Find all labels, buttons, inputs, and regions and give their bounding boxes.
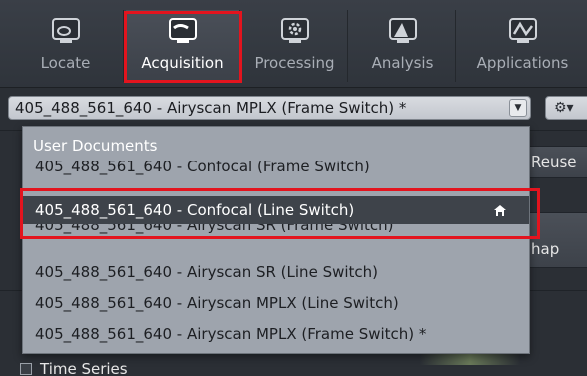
experiment-selector-value: 405_488_561_640 - Airyscan MPLX (Frame S… bbox=[15, 99, 407, 117]
home-icon bbox=[493, 203, 507, 216]
list-item-label: 405_488_561_640 - Confocal (Frame Switch… bbox=[35, 161, 370, 175]
list-item-label: 405_488_561_640 - Airyscan SR (Line Swit… bbox=[35, 263, 379, 281]
tab-label: Acquisition bbox=[141, 54, 224, 72]
tab-processing[interactable]: Processing bbox=[242, 10, 348, 82]
tab-analysis[interactable]: Analysis bbox=[350, 10, 456, 82]
list-item-label: 405_488_561_640 - Airyscan MPLX (Frame S… bbox=[35, 325, 427, 343]
list-item-label: 405_488_561_640 - Airyscan SR (Frame Swi… bbox=[35, 224, 394, 234]
tab-acquisition[interactable]: Acquisition bbox=[126, 10, 240, 82]
analysis-icon bbox=[386, 14, 420, 48]
experiment-selector[interactable]: 405_488_561_640 - Airyscan MPLX (Frame S… bbox=[8, 96, 531, 120]
list-item-selected[interactable]: 405_488_561_640 - Confocal (Line Switch) bbox=[23, 196, 529, 224]
tab-label: Applications bbox=[476, 54, 569, 72]
processing-icon bbox=[278, 14, 312, 48]
tab-label: Processing bbox=[254, 54, 335, 72]
map-label: hap bbox=[531, 240, 560, 258]
acquisition-icon bbox=[166, 14, 200, 48]
list-item[interactable]: 405_488_561_640 - Confocal (Frame Switch… bbox=[23, 161, 529, 175]
chevron-down-icon[interactable]: ▼ bbox=[509, 99, 527, 117]
module-tab-bar: Locate Acquisition Processing Analysis A… bbox=[0, 0, 587, 88]
checkbox[interactable] bbox=[20, 363, 32, 375]
applications-icon bbox=[506, 14, 540, 48]
list-item-label: 405_488_561_640 - Confocal (Line Switch) bbox=[35, 201, 355, 219]
time-series-label: Time Series bbox=[40, 360, 128, 376]
list-item-label: 405_488_561_640 - Airyscan MPLX (Line Sw… bbox=[35, 294, 399, 312]
list-item[interactable]: 405_488_561_640 - Airyscan MPLX (Frame S… bbox=[23, 320, 529, 348]
dropdown-header: User Documents bbox=[33, 137, 158, 155]
time-series-checkbox[interactable]: Time Series bbox=[20, 360, 128, 376]
list-item[interactable]: 405_488_561_640 - Airyscan SR (Frame Swi… bbox=[23, 224, 529, 242]
tab-locate[interactable]: Locate bbox=[8, 10, 124, 82]
experiment-dropdown-list: User Documents 405_488_561_640 - Confoca… bbox=[22, 126, 530, 354]
gear-icon: ⚙▾ bbox=[554, 100, 574, 116]
list-item[interactable]: 405_488_561_640 - Airyscan MPLX (Line Sw… bbox=[23, 289, 529, 317]
tab-label: Locate bbox=[40, 54, 91, 72]
gear-menu-button[interactable]: ⚙▾ bbox=[545, 96, 587, 120]
list-item[interactable]: 405_488_561_640 - Airyscan SR (Line Swit… bbox=[23, 258, 529, 286]
tab-applications[interactable]: Applications bbox=[458, 10, 587, 82]
reuse-label: Reuse bbox=[531, 153, 577, 171]
reuse-button[interactable]: Reuse bbox=[520, 146, 587, 178]
map-button[interactable]: hap bbox=[520, 212, 587, 268]
tab-label: Analysis bbox=[371, 54, 434, 72]
locate-icon bbox=[49, 14, 83, 48]
